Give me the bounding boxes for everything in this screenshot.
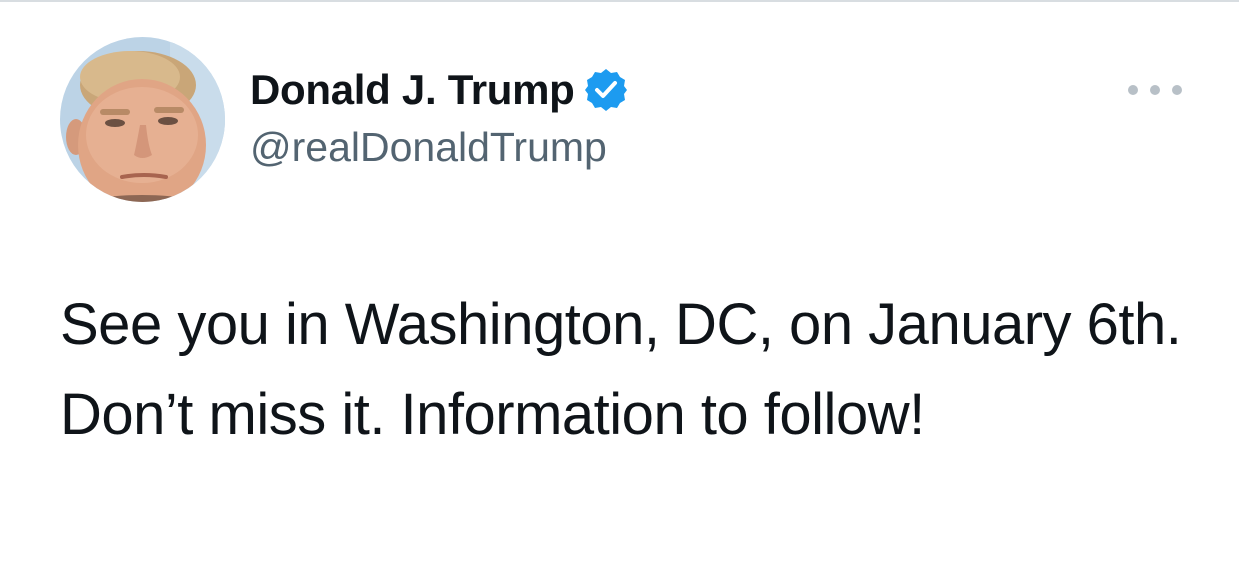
tweet-text: See you in Washington, DC, on January 6t…: [60, 292, 1182, 447]
verified-badge-icon: [583, 67, 629, 113]
name-row: Donald J. Trump: [250, 62, 629, 118]
user-handle[interactable]: @realDonaldTrump: [250, 124, 629, 171]
display-name[interactable]: Donald J. Trump: [250, 66, 575, 114]
author-info: Donald J. Trump @realDonaldTrump: [250, 62, 629, 171]
more-horizontal-icon: [1172, 85, 1182, 95]
more-options-button[interactable]: [1128, 78, 1182, 102]
more-horizontal-icon: [1150, 85, 1160, 95]
avatar-image: [60, 37, 225, 202]
tweet-card: Donald J. Trump @realDonaldTrump See you…: [0, 0, 1239, 584]
avatar[interactable]: [60, 37, 225, 202]
more-horizontal-icon: [1128, 85, 1138, 95]
